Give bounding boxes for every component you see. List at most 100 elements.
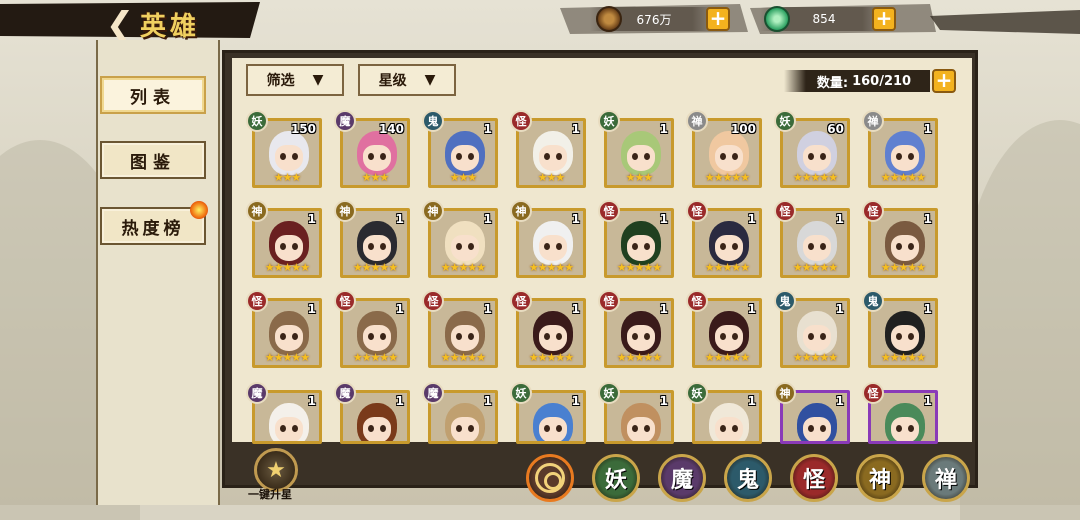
hero-eye (720, 153, 726, 160)
coin-stack-icon (596, 6, 622, 32)
star-level-dropdown[interactable]: 星级 ▼ (358, 64, 456, 96)
nav-codex-tab[interactable]: 图鉴 (100, 141, 206, 179)
faction-filter-button[interactable]: 鬼 (724, 454, 772, 502)
hero-level: 1 (747, 302, 756, 316)
hero-eye (380, 153, 386, 160)
hero-eye (908, 333, 914, 340)
hero-level: 1 (659, 394, 668, 408)
hero-face (715, 235, 743, 261)
hero-face (539, 235, 567, 261)
faction-filter-button[interactable]: 怪 (790, 454, 838, 502)
hero-level: 1 (923, 212, 932, 226)
hero-stars: ★★★★★ (704, 351, 750, 364)
filter-label: 筛选 (266, 73, 295, 89)
hero-eye (544, 153, 550, 160)
filter-dropdown[interactable]: 筛选 ▼ (246, 64, 344, 96)
nav-list-tab[interactable]: 列表 (100, 76, 206, 114)
faction-badge: 鬼 (422, 110, 444, 132)
hero-stars: ★★★★★ (616, 351, 662, 364)
faction-filter-button[interactable]: 神 (856, 454, 904, 502)
hero-stars (255, 427, 319, 441)
hero-level: 1 (835, 302, 844, 316)
hero-eye (556, 333, 562, 340)
hero-face (891, 235, 919, 261)
hero-stars: ★★★★★ (880, 171, 926, 184)
hero-face (451, 145, 479, 171)
hero-face (715, 325, 743, 351)
hero-stars: ★★★★★ (792, 261, 838, 274)
faction-filter-label: 禅 (934, 467, 957, 493)
hero-eye (720, 243, 726, 250)
hero-stars: ★★★ (449, 171, 478, 184)
hero-stars: ★★★★★ (792, 171, 838, 184)
faction-filter-button[interactable]: 魔 (658, 454, 706, 502)
hero-eye (456, 333, 462, 340)
expand-capacity-button[interactable]: + (932, 69, 956, 93)
faction-filter-button[interactable]: 禅 (922, 454, 970, 502)
hero-face (891, 325, 919, 351)
hero-stars: ★★★★★ (528, 351, 574, 364)
hero-eye (468, 243, 474, 250)
hero-stars: ★★★★★ (352, 261, 398, 274)
faction-badge: 怪 (334, 290, 356, 312)
hero-stars: ★★★★★ (264, 351, 310, 364)
hero-stars: ★★★ (537, 171, 566, 184)
hero-stars (343, 427, 407, 441)
hero-face (803, 235, 831, 261)
hero-level: 150 (290, 122, 316, 136)
hero-eye (280, 153, 286, 160)
hero-level: 1 (483, 302, 492, 316)
faction-badge: 神 (774, 382, 796, 404)
dropdown-triangle-icon: ▼ (424, 72, 436, 88)
star-icon: ★ (266, 457, 286, 483)
hero-eye (820, 333, 826, 340)
hero-level: 1 (923, 394, 932, 408)
hero-eye (820, 153, 826, 160)
hero-level: 1 (307, 302, 316, 316)
hero-level: 1 (307, 212, 316, 226)
hero-eye (368, 153, 374, 160)
hero-level: 1 (571, 394, 580, 408)
back-arrow-icon[interactable]: ❮ (100, 5, 140, 45)
hero-eye (808, 333, 814, 340)
faction-badge: 鬼 (862, 290, 884, 312)
faction-badge: 神 (334, 200, 356, 222)
page-title: 英雄 (140, 12, 201, 42)
faction-filter-label: 鬼 (736, 467, 759, 493)
add-coin-button[interactable]: + (706, 7, 730, 31)
faction-badge: 怪 (686, 290, 708, 312)
hero-eye (896, 243, 902, 250)
faction-filter-label: 怪 (802, 467, 825, 493)
faction-badge: 怪 (862, 200, 884, 222)
hero-stars: ★★★ (361, 171, 390, 184)
faction-filter-all[interactable] (526, 454, 574, 502)
hero-eye (644, 153, 650, 160)
hero-stars (871, 427, 935, 441)
hero-stars: ★★★★★ (440, 351, 486, 364)
hero-eye (368, 243, 374, 250)
add-jade-button[interactable]: + (872, 7, 896, 31)
hero-level: 1 (835, 394, 844, 408)
hero-eye (732, 153, 738, 160)
hero-eye (292, 243, 298, 250)
faction-filter-button[interactable]: 妖 (592, 454, 640, 502)
hero-eye (632, 333, 638, 340)
all-factions-icon (535, 463, 565, 493)
hero-level: 1 (395, 302, 404, 316)
hero-eye (908, 153, 914, 160)
hero-eye (544, 243, 550, 250)
hero-stars: ★★★★★ (264, 261, 310, 274)
hero-face (451, 235, 479, 261)
hero-eye (280, 243, 286, 250)
hero-eye (468, 153, 474, 160)
hero-face (539, 325, 567, 351)
hero-stars: ★★★ (625, 171, 654, 184)
hero-face (891, 145, 919, 171)
hero-face (715, 145, 743, 171)
hero-level: 1 (923, 122, 932, 136)
faction-badge: 魔 (334, 110, 356, 132)
hero-eye (896, 153, 902, 160)
hero-face (363, 145, 391, 171)
hero-eye (908, 243, 914, 250)
hero-eye (380, 333, 386, 340)
